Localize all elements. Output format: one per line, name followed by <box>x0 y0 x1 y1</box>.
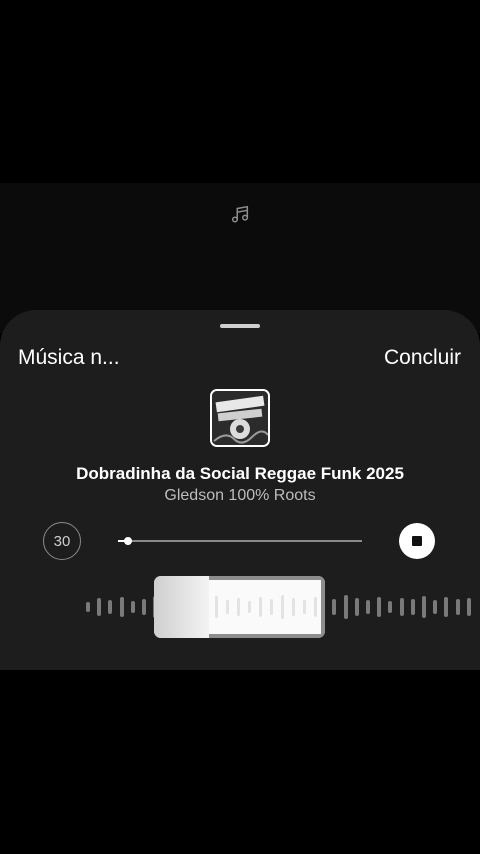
waveform-bar <box>97 598 102 616</box>
duration-button[interactable]: 30 <box>43 522 81 560</box>
stop-icon <box>412 536 422 546</box>
waveform-bar <box>466 598 471 616</box>
music-note-icon <box>231 205 249 223</box>
done-button[interactable]: Concluir <box>384 346 461 370</box>
track-title: Dobradinha da Social Reggae Funk 2025 <box>76 464 404 483</box>
waveform-bar <box>444 597 449 617</box>
waveform-bar <box>292 598 295 616</box>
waveform-bar <box>215 596 218 618</box>
waveform-bar <box>354 598 359 616</box>
waveform-bar <box>343 595 348 619</box>
waveform-bar <box>237 598 240 616</box>
progress-bar[interactable] <box>118 537 362 545</box>
clip-selector-window <box>209 580 321 634</box>
waveform-bar <box>270 599 273 615</box>
waveform-bar <box>86 602 90 612</box>
waveform-bar <box>108 600 113 614</box>
clip-selector[interactable] <box>154 576 325 638</box>
waveform-bar <box>388 601 393 613</box>
waveform-bar <box>142 599 146 615</box>
progress-knob[interactable] <box>123 537 132 545</box>
music-name-label: Música n... <box>18 346 120 369</box>
waveform-bar <box>314 597 317 617</box>
waveform-bar <box>226 600 229 614</box>
waveform-bar <box>433 600 438 614</box>
stop-button[interactable] <box>399 523 435 559</box>
waveform-bar <box>248 601 251 613</box>
waveform-bar <box>259 597 262 617</box>
waveform-bar <box>130 601 135 613</box>
waveform-bar <box>119 597 124 617</box>
album-cover <box>210 389 270 447</box>
album-art-graphic <box>212 391 268 445</box>
waveform-bar <box>377 597 382 617</box>
track-artist: Gledson 100% Roots <box>164 487 316 504</box>
waveform-bar <box>455 599 460 615</box>
clip-selector-handle[interactable] <box>154 576 209 638</box>
waveform-bar <box>332 599 337 615</box>
waveform-bar <box>399 598 404 616</box>
sheet-drag-handle[interactable] <box>220 324 260 328</box>
duration-label: 30 <box>53 532 71 550</box>
waveform-bar <box>422 596 426 618</box>
waveform-bar <box>303 600 306 614</box>
waveform-bar <box>410 599 415 615</box>
waveform-bar <box>366 600 370 614</box>
waveform-bar <box>281 595 284 619</box>
